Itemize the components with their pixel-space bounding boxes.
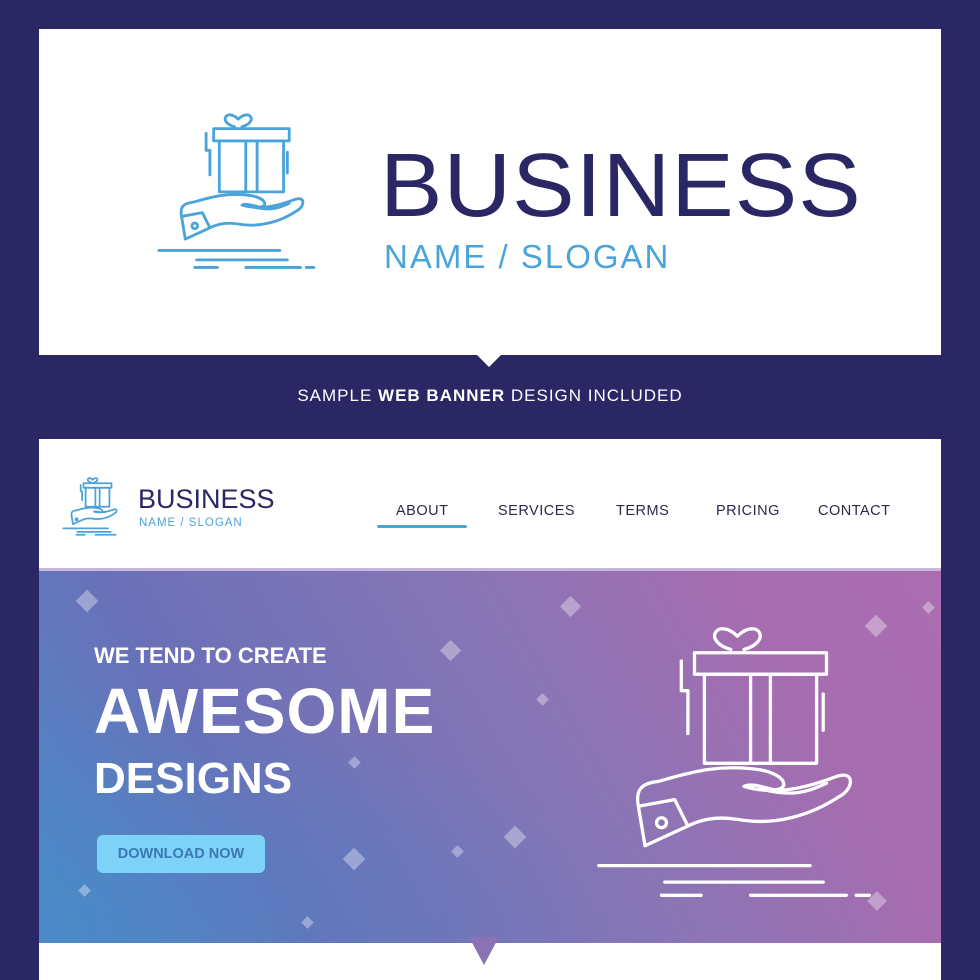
nav-contact[interactable]: CONTACT bbox=[818, 503, 891, 519]
caption-text-1: SAMPLE bbox=[297, 386, 379, 405]
download-now-button[interactable]: DOWNLOAD NOW bbox=[97, 835, 265, 873]
nav-terms[interactable]: TERMS bbox=[616, 503, 669, 519]
caption-text-bold: WEB BANNER bbox=[378, 386, 506, 405]
brand-title: BUSINESS bbox=[380, 136, 862, 236]
logo-card: BUSINESS NAME / SLOGAN bbox=[39, 29, 941, 355]
hero-title-line1: AWESOME bbox=[94, 675, 436, 747]
pointer-notch bbox=[476, 354, 502, 367]
brand-slogan: NAME / SLOGAN bbox=[384, 238, 671, 275]
gift-on-hand-icon bbox=[597, 627, 872, 897]
main-nav: ABOUT SERVICES TERMS PRICING CONTACT bbox=[39, 503, 941, 533]
nav-about[interactable]: ABOUT bbox=[396, 503, 448, 519]
hero-subtitle: WE TEND TO CREATE bbox=[94, 643, 327, 668]
caption-text-2: DESIGN INCLUDED bbox=[505, 386, 683, 405]
nav-pricing[interactable]: PRICING bbox=[716, 503, 780, 519]
banner-caption: SAMPLE WEB BANNER DESIGN INCLUDED bbox=[0, 386, 980, 406]
hero-section: WE TEND TO CREATE AWESOME DESIGNS DOWNLO… bbox=[39, 568, 941, 943]
pointer-notch bbox=[469, 937, 499, 965]
hero-title-line2: DESIGNS bbox=[94, 754, 293, 803]
nav-services[interactable]: SERVICES bbox=[498, 503, 575, 519]
gift-on-hand-icon bbox=[157, 113, 316, 269]
active-nav-indicator bbox=[377, 525, 467, 528]
web-banner: BUSINESS NAME / SLOGAN ABOUT SERVICES TE… bbox=[39, 439, 941, 980]
